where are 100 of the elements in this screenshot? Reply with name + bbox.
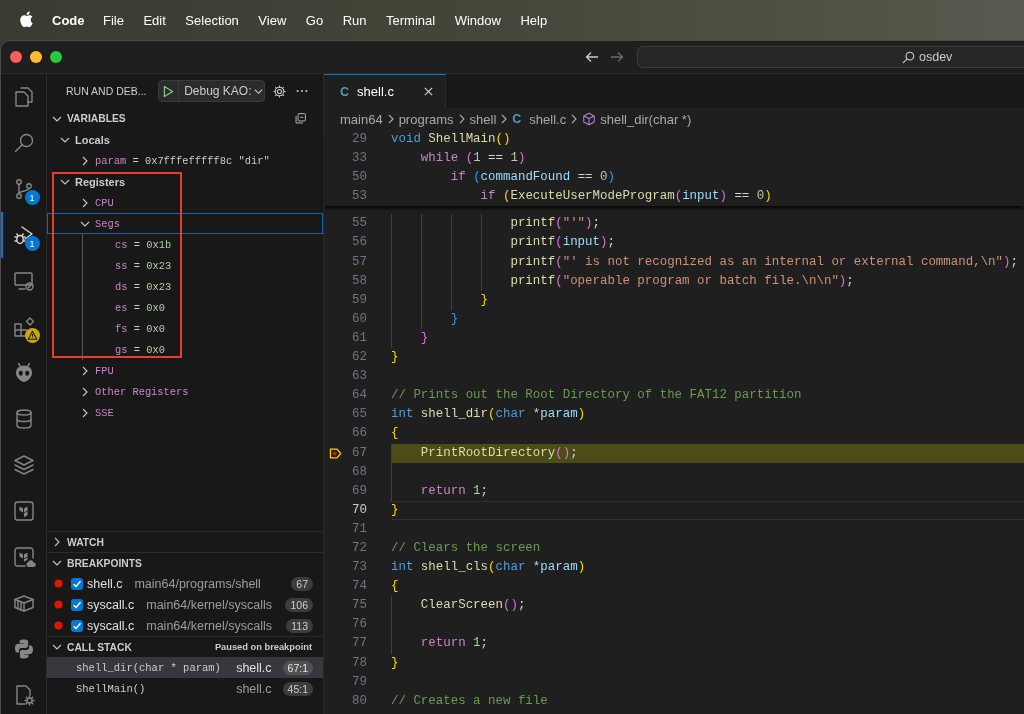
line-number: 72: [351, 539, 367, 557]
code-line: return 1;: [420, 635, 489, 653]
variable-entry[interactable]: ds = 0x23: [115, 280, 172, 293]
apple-icon[interactable]: [20, 11, 33, 27]
breakpoint-checkbox[interactable]: [71, 619, 83, 632]
tile-logo-icon[interactable]: [11, 499, 36, 523]
breadcrumb-item[interactable]: C shell.c: [512, 111, 567, 127]
monitor-icon[interactable]: [11, 269, 36, 293]
code-line: void ShellMain(): [391, 131, 511, 148]
breadcrumb-item[interactable]: programs: [398, 111, 454, 127]
line-number: 75: [351, 597, 367, 615]
code-line: printf("' is not recognized as an internal or external command,\n");: [510, 253, 1018, 271]
code-line: // Prints out the Root Directory of the FAT12 partition: [391, 387, 802, 405]
menu-item[interactable]: Terminal: [386, 12, 436, 28]
settings-icon[interactable]: [271, 83, 287, 99]
code-line: // Creates a new file: [391, 692, 548, 710]
play-icon: [162, 84, 174, 98]
menu-item[interactable]: Edit: [143, 12, 166, 28]
close-icon[interactable]: [422, 86, 434, 97]
line-number: 50: [351, 169, 367, 187]
tile-cloud-logo-icon[interactable]: [11, 545, 36, 569]
section-header[interactable]: WATCH: [47, 532, 104, 552]
line-number: 60: [351, 310, 367, 328]
line-number: 67: [351, 444, 367, 462]
section-header[interactable]: VARIABLES: [47, 108, 126, 129]
menu-item[interactable]: Go: [305, 12, 324, 28]
debug-configuration-dropdown[interactable]: Debug KAO:: [179, 81, 264, 101]
line-number: 63: [351, 368, 367, 386]
cube-icon: [582, 112, 597, 126]
call-stack-frame[interactable]: ShellMain() shell.c 45:1: [47, 678, 323, 699]
file-type-icon: C: [340, 84, 350, 99]
line-number: 33: [351, 150, 367, 168]
frame-file: shell.c: [236, 660, 272, 675]
zoom-window-button[interactable]: [50, 51, 62, 63]
line-number: 65: [351, 406, 367, 424]
line-number: 68: [351, 463, 367, 481]
code-line: printf(input);: [510, 234, 615, 252]
menu-item[interactable]: Selection: [185, 12, 239, 28]
focused-tree-row[interactable]: Segs: [47, 213, 323, 234]
line-number: 55: [351, 215, 367, 233]
line-number: 59: [351, 291, 367, 309]
line-number: 62: [351, 349, 367, 367]
layers-icon[interactable]: [11, 453, 36, 477]
chevron-right-icon: [457, 113, 466, 125]
code-line: int shell_dir(char *param): [391, 406, 586, 424]
breakpoint-arrow-icon[interactable]: [328, 447, 342, 459]
line-number: 29: [351, 131, 367, 148]
line-number: 80: [351, 692, 367, 710]
tree-item-label[interactable]: FPU: [95, 364, 114, 377]
line-number: 57: [351, 253, 367, 271]
file-type-icon: C: [512, 112, 522, 126]
breadcrumb-item[interactable]: shell_dir(char *): [582, 111, 692, 127]
line-number: 61: [351, 329, 367, 347]
breadcrumb-item[interactable]: shell: [469, 111, 497, 127]
code-line: while (1 == 1): [420, 150, 526, 168]
line-number: 53: [351, 188, 367, 206]
variable-entry[interactable]: gs = 0x0: [115, 343, 165, 356]
breakpoint-path: main64/programs/shell: [134, 576, 262, 591]
line-number-badge: 113: [286, 618, 313, 633]
line-number: 78: [351, 654, 367, 672]
code-line: }: [391, 501, 399, 519]
line-number-badge: 67: [291, 576, 313, 591]
tree-item-label[interactable]: Other Registers: [95, 385, 189, 398]
code-line: printf("'");: [510, 215, 601, 233]
menu-item[interactable]: File: [103, 12, 124, 28]
sidebar-title: RUN AND DEB...: [66, 85, 147, 97]
code-line: {: [391, 578, 399, 596]
section-header[interactable]: BREAKPOINTS: [47, 553, 142, 573]
search-icon: [902, 50, 915, 64]
tree-item-label[interactable]: SSE: [95, 406, 114, 419]
scope-label[interactable]: Locals: [75, 133, 110, 146]
menu-item[interactable]: Help: [520, 12, 548, 28]
tree-item-label[interactable]: CPU: [95, 196, 114, 209]
line-number: 69: [351, 482, 367, 500]
tree-item-label[interactable]: Segs: [95, 217, 120, 230]
breakpoint-checkbox[interactable]: [71, 598, 83, 611]
collapse-all-icon[interactable]: [294, 112, 307, 125]
variable-entry[interactable]: param = 0x7fffefffff8c "dir": [95, 154, 270, 167]
menu-item[interactable]: Window: [454, 12, 501, 28]
variable-entry[interactable]: ss = 0x23: [115, 259, 172, 272]
app-menu[interactable]: Code: [52, 12, 85, 28]
code-line: }: [480, 291, 489, 309]
breadcrumb-item[interactable]: main64: [340, 111, 383, 127]
minimize-window-button[interactable]: [30, 51, 42, 63]
line-number: 74: [351, 578, 367, 596]
breakpoint-file: shell.c: [87, 576, 123, 591]
breakpoint-checkbox[interactable]: [71, 577, 83, 590]
scope-label[interactable]: Registers: [75, 175, 126, 188]
back-arrow-icon[interactable]: [584, 49, 600, 65]
menu-item[interactable]: View: [258, 12, 287, 28]
menu-item[interactable]: Run: [342, 12, 367, 28]
variable-entry[interactable]: cs = 0x1b: [115, 238, 172, 251]
variable-entry[interactable]: es = 0x0: [115, 301, 165, 314]
section-header[interactable]: CALL STACK: [47, 637, 132, 657]
close-window-button[interactable]: [10, 51, 22, 63]
breakpoint-path: main64/kernel/syscalls: [146, 597, 273, 612]
editor-tab[interactable]: C shell.c: [324, 74, 446, 108]
call-stack-frame[interactable]: shell_dir(char * param) shell.c 67:1: [47, 657, 323, 678]
variable-entry[interactable]: fs = 0x0: [115, 322, 165, 335]
command-center[interactable]: osdev: [637, 46, 1024, 68]
